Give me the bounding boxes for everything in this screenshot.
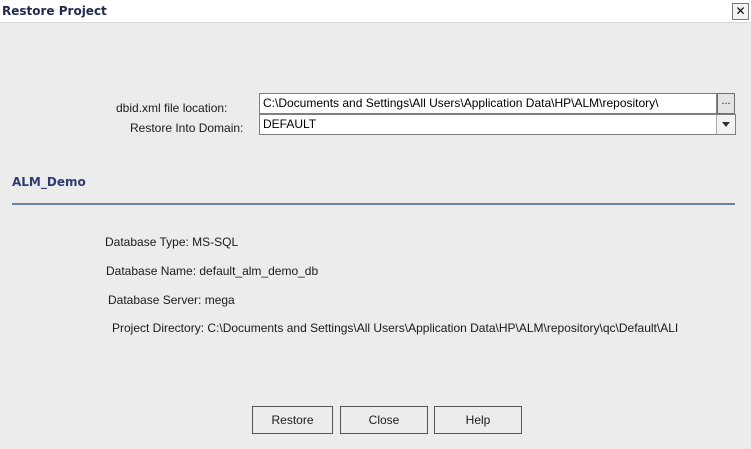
restore-button[interactable]: Restore bbox=[252, 406, 333, 434]
dbid-location-label: dbid.xml file location: bbox=[116, 101, 228, 115]
restore-domain-select[interactable]: DEFAULT bbox=[259, 114, 736, 135]
title-bar: Restore Project ✕ bbox=[0, 0, 751, 23]
dbid-location-field[interactable]: C:\Documents and Settings\All Users\Appl… bbox=[259, 93, 717, 114]
restore-domain-label: Restore Into Domain: bbox=[130, 121, 244, 135]
database-type: Database Type: MS-SQL bbox=[105, 235, 239, 249]
project-directory: Project Directory: C:\Documents and Sett… bbox=[112, 321, 679, 335]
database-name: Database Name: default_alm_demo_db bbox=[106, 264, 319, 278]
section-separator bbox=[12, 203, 735, 205]
project-name-heading: ALM_Demo bbox=[12, 175, 86, 189]
window-title: Restore Project bbox=[2, 4, 107, 18]
close-icon[interactable]: ✕ bbox=[732, 3, 749, 20]
browse-button[interactable]: ... bbox=[717, 93, 735, 114]
chevron-down-icon[interactable] bbox=[716, 115, 735, 134]
database-server: Database Server: mega bbox=[108, 293, 235, 307]
help-button[interactable]: Help bbox=[434, 406, 522, 434]
close-button[interactable]: Close bbox=[340, 406, 428, 434]
